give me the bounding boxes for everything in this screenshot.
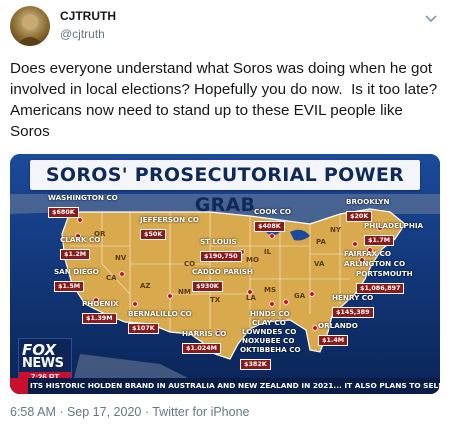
chevron-down-icon[interactable] (424, 12, 438, 26)
tweet-image[interactable]: SOROS' PROSECUTORIAL POWER GRAB OR NV CA… (10, 154, 440, 394)
county-label: LOWNDES CO (242, 327, 297, 336)
state-label: GA (294, 292, 306, 300)
county-label: OKTIBBEHA CO $382K (240, 345, 301, 370)
state-label: LA (246, 294, 256, 302)
county-label: PORTSMOUTH $1,086,897 (356, 269, 413, 294)
account-name[interactable]: CJTRUTH (60, 9, 116, 23)
county-label: PHILADELPHIA $1.7M (364, 221, 424, 246)
state-label: NM (178, 288, 191, 296)
county-label: ORLANDO $1.4M (318, 321, 358, 346)
state-label: MS (264, 286, 277, 294)
county-label: PHOENIX $1.39M (82, 299, 119, 324)
county-label: NOXUBEE CO (242, 336, 295, 345)
county-label: CLARK CO $1.2M (60, 235, 101, 260)
state-label: AZ (140, 282, 151, 290)
county-label: FAIRFAX CO (344, 249, 391, 258)
county-label: CADDO PARISH $930K (192, 267, 253, 292)
county-label: HARRIS CO $1.024M (182, 329, 227, 354)
county-label: JEFFERSON CO $50K (140, 215, 200, 240)
state-label: NV (115, 254, 127, 262)
county-label: HINDS CO (250, 309, 290, 318)
tweet-timestamp[interactable]: 6:58 AM · Sep 17, 2020 · Twitter for iPh… (10, 405, 250, 419)
county-label: COOK CO $408K (254, 207, 291, 232)
county-label: HENRY CO $145,389 (332, 293, 374, 318)
state-label: MO (246, 256, 259, 264)
state-label: VA (314, 260, 325, 268)
ticker-accent (10, 378, 28, 394)
tweet-header: CJTRUTH @cjtruth (10, 6, 440, 50)
county-label: WASHINGTON CO $680K (48, 193, 118, 218)
state-label: CA (106, 274, 117, 282)
county-label: ST LOUIS $190,750 (200, 238, 242, 262)
state-label: IL (264, 248, 272, 256)
tweet-text: Does everyone understand what Soros was … (10, 60, 441, 140)
avatar[interactable] (10, 6, 50, 46)
account-handle[interactable]: @cjtruth (60, 27, 105, 41)
state-label: PA (316, 238, 326, 246)
state-label: TX (210, 296, 221, 304)
county-label: CLAY CO (252, 318, 286, 327)
county-label: SAN DIEGO $1.5M (54, 267, 99, 292)
graphic-title: SOROS' PROSECUTORIAL POWER GRAB (30, 160, 420, 216)
county-label: BROOKLYN $20K (346, 197, 390, 222)
state-label: NY (330, 226, 341, 234)
county-label: ARLINGTON CO (344, 259, 406, 268)
news-ticker: ITS HISTORIC HOLDEN BRAND IN AUSTRALIA A… (10, 378, 440, 394)
ticker-text: ITS HISTORIC HOLDEN BRAND IN AUSTRALIA A… (30, 381, 440, 390)
